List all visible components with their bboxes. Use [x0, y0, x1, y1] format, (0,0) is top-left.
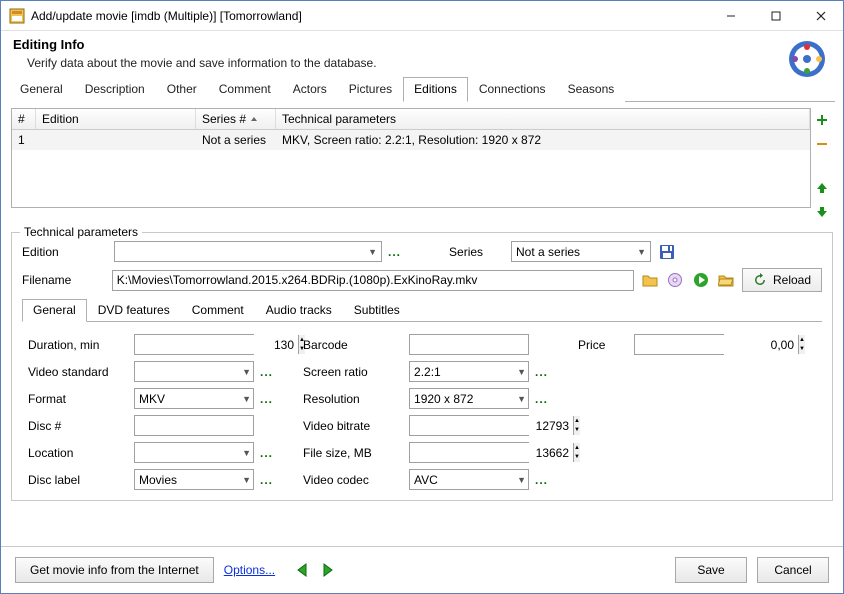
technical-parameters-group: Technical parameters Edition ▼ ... Serie… [11, 232, 833, 501]
tab-other[interactable]: Other [156, 77, 208, 102]
tab-editions[interactable]: Editions [403, 77, 468, 102]
sort-asc-icon [250, 115, 258, 123]
footer: Get movie info from the Internet Options… [1, 546, 843, 593]
disc-label-ellipsis[interactable]: ... [260, 473, 273, 487]
app-icon [9, 8, 25, 24]
price-spinner[interactable]: ▲▼ [634, 334, 724, 355]
table-row[interactable]: 1 Not a series MKV, Screen ratio: 2.2:1,… [12, 130, 810, 150]
screen-ratio-ellipsis[interactable]: ... [535, 365, 548, 379]
duration-spinner[interactable]: ▲▼ [134, 334, 254, 355]
add-row-button[interactable] [814, 112, 830, 128]
tab-comment[interactable]: Comment [208, 77, 282, 102]
move-up-button[interactable] [814, 180, 830, 196]
col-series[interactable]: Series # [196, 109, 276, 129]
format-combo[interactable]: MKV▼ [134, 388, 254, 409]
format-ellipsis[interactable]: ... [260, 392, 273, 406]
filename-input[interactable] [112, 270, 634, 291]
sub-tabs: General DVD features Comment Audio track… [22, 298, 822, 322]
page-title: Editing Info [13, 37, 831, 52]
resolution-label: Resolution [303, 392, 403, 406]
col-edition[interactable]: Edition [36, 109, 196, 129]
col-num[interactable]: # [12, 109, 36, 129]
page-header: Editing Info Verify data about the movie… [1, 31, 843, 76]
save-button[interactable]: Save [675, 557, 747, 583]
resolution-combo[interactable]: 1920 x 872▼ [409, 388, 529, 409]
reload-button[interactable]: Reload [742, 268, 822, 292]
file-size-label: File size, MB [303, 446, 403, 460]
resolution-ellipsis[interactable]: ... [535, 392, 548, 406]
video-bitrate-spinner[interactable]: ▲▼ [409, 415, 529, 436]
tab-pictures[interactable]: Pictures [338, 77, 403, 102]
edition-combo[interactable]: ▼ [114, 241, 382, 262]
titlebar: Add/update movie [imdb (Multiple)] [Tomo… [1, 1, 843, 31]
app-logo-icon [785, 37, 829, 84]
video-codec-label: Video codec [303, 473, 403, 487]
barcode-input[interactable] [409, 334, 529, 355]
location-combo[interactable]: ▼ [134, 442, 254, 463]
disc-label-label: Disc label [28, 473, 128, 487]
cancel-button[interactable]: Cancel [757, 557, 829, 583]
disc-num-label: Disc # [28, 419, 128, 433]
tech-legend: Technical parameters [20, 225, 142, 239]
subtab-comment[interactable]: Comment [181, 299, 255, 322]
duration-label: Duration, min [28, 338, 128, 352]
file-size-spinner[interactable]: ▲▼ [409, 442, 529, 463]
save-series-icon[interactable] [657, 242, 677, 262]
minimize-button[interactable] [708, 1, 753, 30]
tab-description[interactable]: Description [74, 77, 156, 102]
open-folder-icon[interactable] [640, 270, 659, 290]
get-movie-info-button[interactable]: Get movie info from the Internet [15, 557, 214, 583]
reload-icon [753, 273, 767, 287]
col-tech[interactable]: Technical parameters [276, 109, 810, 129]
edition-label: Edition [22, 245, 108, 259]
page-subtitle: Verify data about the movie and save inf… [27, 56, 831, 70]
barcode-label: Barcode [303, 338, 403, 352]
subtab-dvd-features[interactable]: DVD features [87, 299, 181, 322]
move-down-button[interactable] [814, 204, 830, 220]
location-ellipsis[interactable]: ... [260, 446, 273, 460]
prev-arrow-button[interactable] [293, 560, 313, 580]
tab-connections[interactable]: Connections [468, 77, 557, 102]
video-codec-ellipsis[interactable]: ... [535, 473, 548, 487]
window-title: Add/update movie [imdb (Multiple)] [Tomo… [31, 9, 708, 23]
screen-ratio-label: Screen ratio [303, 365, 403, 379]
subtab-general[interactable]: General [22, 299, 87, 322]
series-combo[interactable]: Not a series▼ [511, 241, 651, 262]
disc-label-combo[interactable]: Movies▼ [134, 469, 254, 490]
editions-grid[interactable]: # Edition Series # Technical parameters … [11, 108, 811, 208]
remove-row-button[interactable] [814, 136, 830, 152]
video-standard-ellipsis[interactable]: ... [260, 365, 273, 379]
subtab-subtitles[interactable]: Subtitles [343, 299, 411, 322]
disc-icon[interactable] [666, 270, 685, 290]
options-link[interactable]: Options... [224, 563, 275, 577]
browse-icon[interactable] [717, 270, 736, 290]
format-label: Format [28, 392, 128, 406]
next-arrow-button[interactable] [317, 560, 337, 580]
series-label: Series [449, 245, 505, 259]
price-label: Price [578, 338, 628, 352]
video-codec-combo[interactable]: AVC▼ [409, 469, 529, 490]
tab-actors[interactable]: Actors [282, 77, 338, 102]
maximize-button[interactable] [753, 1, 798, 30]
play-icon[interactable] [691, 270, 710, 290]
disc-num-input[interactable] [134, 415, 254, 436]
filename-label: Filename [22, 273, 106, 287]
subtab-audio-tracks[interactable]: Audio tracks [255, 299, 343, 322]
close-button[interactable] [798, 1, 843, 30]
edition-ellipsis-button[interactable]: ... [388, 245, 401, 259]
tab-seasons[interactable]: Seasons [557, 77, 626, 102]
tab-general[interactable]: General [9, 77, 74, 102]
location-label: Location [28, 446, 128, 460]
screen-ratio-combo[interactable]: 2.2:1▼ [409, 361, 529, 382]
video-standard-combo[interactable]: ▼ [134, 361, 254, 382]
video-bitrate-label: Video bitrate [303, 419, 403, 433]
main-tabs: General Description Other Comment Actors… [9, 76, 835, 102]
video-standard-label: Video standard [28, 365, 128, 379]
